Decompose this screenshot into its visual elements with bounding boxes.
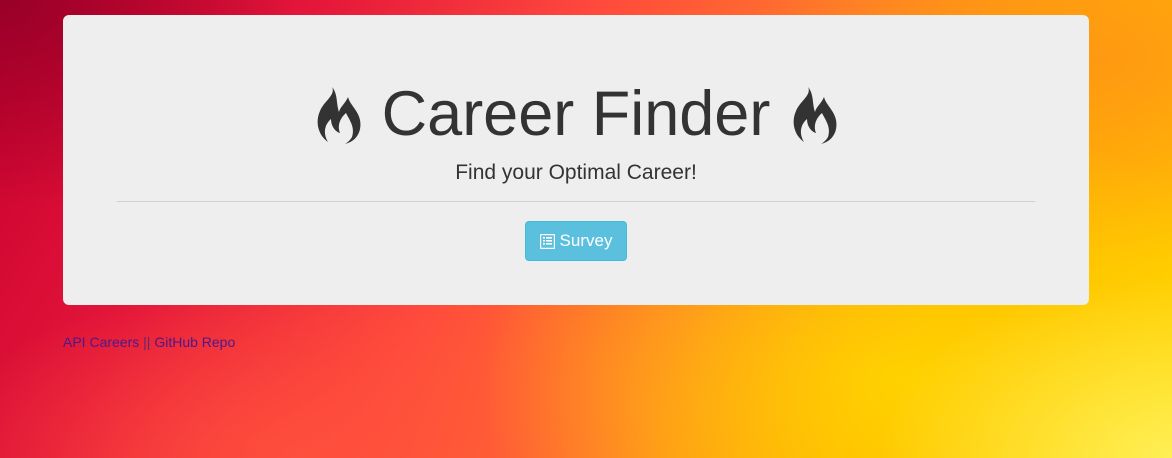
fire-icon [317,86,361,144]
survey-button[interactable]: Survey [525,221,627,261]
survey-button-label: Survey [559,231,613,250]
divider [117,201,1035,202]
page-title: Career Finder [63,83,1089,146]
github-repo-link[interactable]: GitHub Repo [154,334,235,350]
footer-separator: || [143,334,151,350]
fire-icon [793,86,837,144]
api-careers-link[interactable]: API Careers [63,334,139,350]
title-text: Career Finder [381,79,771,149]
jumbotron: Career Finder Find your Optimal Career! … [63,15,1089,305]
footer: API Careers || GitHub Repo [63,334,235,350]
subtitle: Find your Optimal Career! [455,161,697,184]
list-alt-icon [539,233,555,249]
